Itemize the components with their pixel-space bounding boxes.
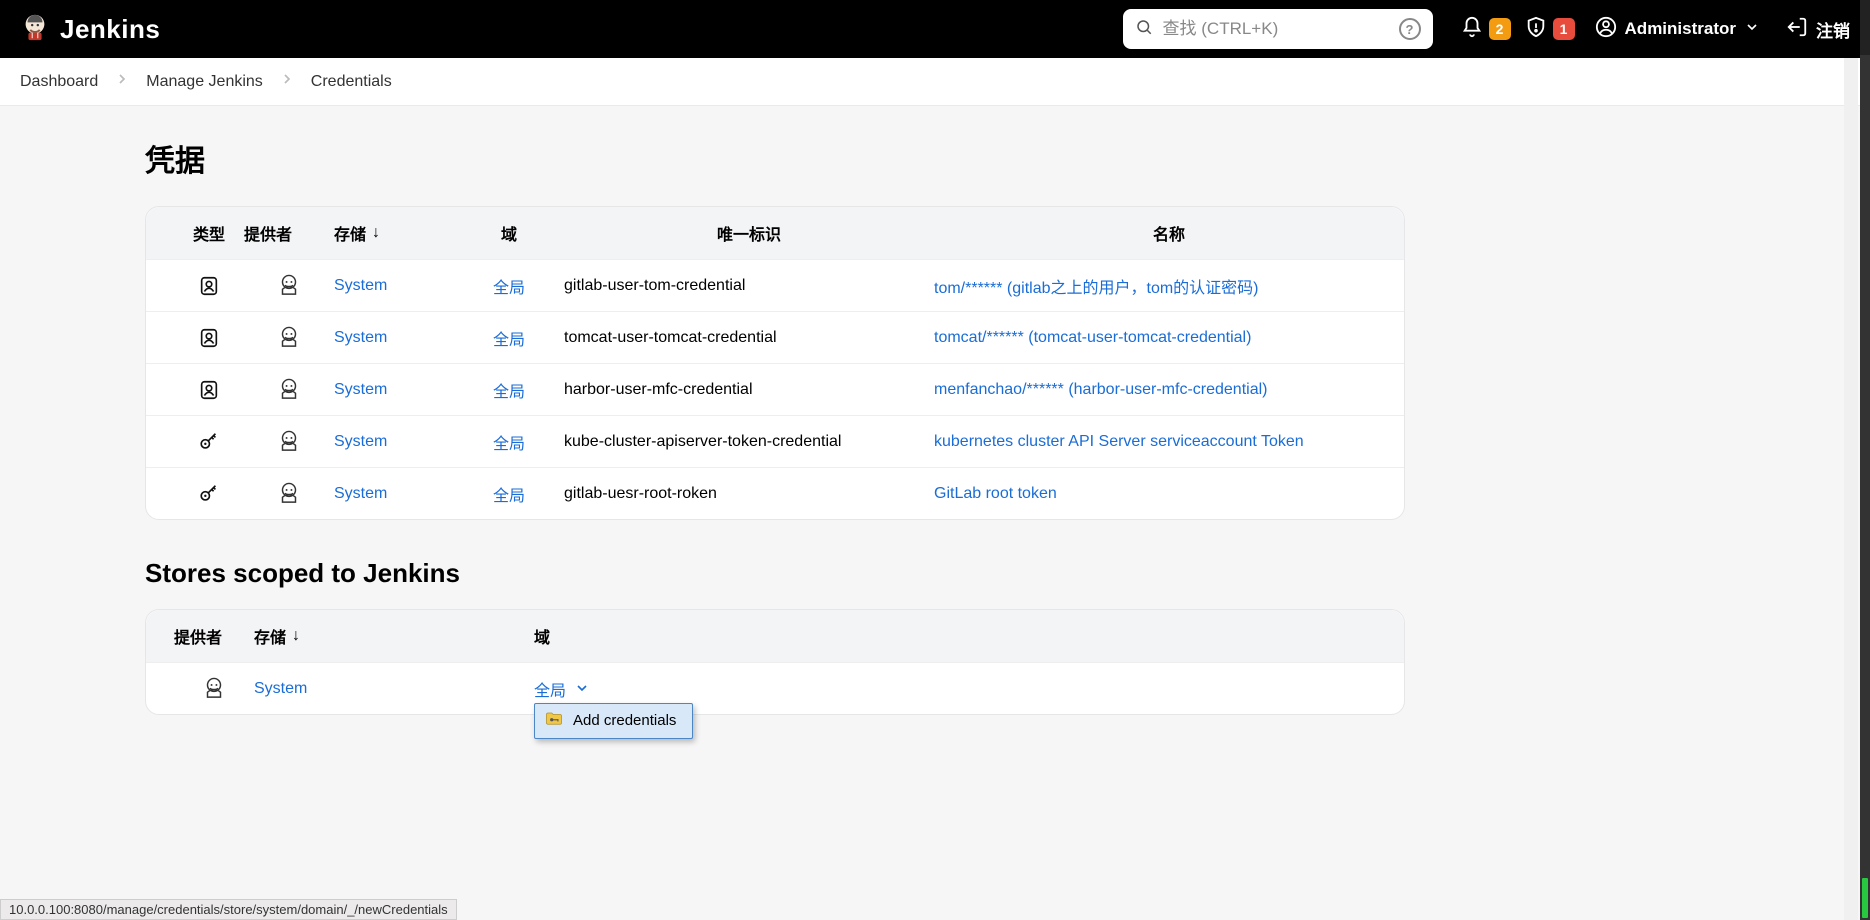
- store-link[interactable]: System: [334, 381, 387, 398]
- sort-down-icon: ↓: [372, 224, 380, 242]
- search-input[interactable]: [1163, 19, 1389, 39]
- status-bar: 10.0.0.100:8080/manage/credentials/store…: [0, 899, 457, 920]
- credential-type-icon: [174, 275, 244, 297]
- stores-table: 提供者 存储 ↓ 域 System 全局: [145, 609, 1405, 715]
- context-menu: Add credentials: [534, 703, 693, 739]
- logout-icon: [1786, 16, 1808, 43]
- credential-name-link[interactable]: tom/****** (gitlab之上的用户，tom的认证密码): [934, 280, 1259, 297]
- col-domain[interactable]: 域: [534, 624, 1094, 648]
- window-edge-indicator: [1860, 0, 1870, 920]
- credential-type-icon: [174, 379, 244, 401]
- provider-icon: [174, 676, 254, 702]
- chevron-right-icon: [279, 71, 295, 92]
- jenkins-logo-icon: [20, 12, 50, 47]
- vertical-scrollbar[interactable]: [1844, 58, 1858, 920]
- brand-name: Jenkins: [60, 14, 160, 45]
- credential-id: gitlab-uesr-root-roken: [564, 485, 934, 503]
- crumb-manage-jenkins[interactable]: Manage Jenkins: [146, 73, 263, 91]
- table-row: System 全局 gitlab-user-tom-credential tom…: [146, 259, 1404, 311]
- credential-id: kube-cluster-apiserver-token-credential: [564, 433, 934, 451]
- table-row: System 全局 gitlab-uesr-root-roken GitLab …: [146, 467, 1404, 519]
- table-row: System 全局 Add credenti: [146, 662, 1404, 714]
- credential-id: harbor-user-mfc-credential: [564, 381, 934, 399]
- provider-icon: [244, 377, 334, 403]
- credential-name-link[interactable]: tomcat/****** (tomcat-user-tomcat-creden…: [934, 329, 1251, 346]
- chevron-right-icon: [114, 71, 130, 92]
- credential-name-link[interactable]: GitLab root token: [934, 485, 1057, 502]
- domain-link[interactable]: 全局: [493, 378, 525, 402]
- crumb-dashboard[interactable]: Dashboard: [20, 73, 98, 91]
- domain-link[interactable]: 全局: [493, 482, 525, 506]
- user-name: Administrator: [1625, 19, 1736, 39]
- key-folder-icon: [545, 710, 563, 732]
- table-row: System 全局 tomcat-user-tomcat-credential …: [146, 311, 1404, 363]
- table-header: 提供者 存储 ↓ 域: [146, 610, 1404, 662]
- breadcrumb: Dashboard Manage Jenkins Credentials: [0, 58, 1870, 106]
- security-alerts-button[interactable]: 1: [1525, 16, 1575, 43]
- credentials-table: 类型 提供者 存储 ↓ 域 唯一标识 名称 System 全局 gitlab-u…: [145, 206, 1405, 520]
- credential-name-link[interactable]: kubernetes cluster API Server serviceacc…: [934, 433, 1304, 450]
- domain-link[interactable]: 全局: [493, 430, 525, 454]
- help-icon[interactable]: ?: [1399, 18, 1421, 40]
- chevron-down-icon: [1744, 19, 1760, 40]
- col-store[interactable]: 存储 ↓: [254, 624, 534, 648]
- domain-link[interactable]: 全局: [493, 274, 525, 298]
- table-row: System 全局 kube-cluster-apiserver-token-c…: [146, 415, 1404, 467]
- col-type[interactable]: 类型: [174, 221, 244, 245]
- store-link[interactable]: System: [334, 485, 387, 502]
- notifications-button[interactable]: 2: [1461, 16, 1511, 43]
- status-text: 10.0.0.100:8080/manage/credentials/store…: [9, 902, 448, 917]
- provider-icon: [244, 481, 334, 507]
- provider-icon: [244, 325, 334, 351]
- chevron-down-icon[interactable]: [574, 683, 590, 700]
- bell-icon: [1461, 16, 1483, 43]
- menu-item-add-credentials[interactable]: Add credentials: [573, 712, 676, 729]
- page-title: 凭据: [145, 136, 1405, 180]
- col-store[interactable]: 存储 ↓: [334, 221, 454, 245]
- col-store-label: 存储: [334, 221, 366, 245]
- table-header: 类型 提供者 存储 ↓ 域 唯一标识 名称: [146, 207, 1404, 259]
- domain-link[interactable]: 全局: [534, 683, 566, 700]
- credential-type-icon: [174, 483, 244, 505]
- notif-badge: 2: [1489, 18, 1511, 40]
- domain-link[interactable]: 全局: [493, 326, 525, 350]
- search-box[interactable]: ?: [1123, 9, 1433, 49]
- credential-id: gitlab-user-tom-credential: [564, 277, 934, 295]
- logout-label: 注销: [1816, 17, 1850, 42]
- table-row: System 全局 harbor-user-mfc-credential men…: [146, 363, 1404, 415]
- col-store-label: 存储: [254, 624, 286, 648]
- col-provider[interactable]: 提供者: [244, 221, 334, 245]
- col-id[interactable]: 唯一标识: [564, 221, 934, 245]
- col-name[interactable]: 名称: [934, 221, 1404, 245]
- app-header: Jenkins ? 2 1: [0, 0, 1870, 58]
- credential-id: tomcat-user-tomcat-credential: [564, 329, 934, 347]
- main-content: 凭据 类型 提供者 存储 ↓ 域 唯一标识 名称 System 全局 gitla…: [0, 106, 1870, 715]
- store-link[interactable]: System: [334, 277, 387, 294]
- credential-type-icon: [174, 431, 244, 453]
- provider-icon: [244, 429, 334, 455]
- credential-type-icon: [174, 327, 244, 349]
- search-icon: [1135, 18, 1153, 41]
- provider-icon: [244, 273, 334, 299]
- credential-name-link[interactable]: menfanchao/****** (harbor-user-mfc-crede…: [934, 381, 1267, 398]
- stores-title: Stores scoped to Jenkins: [145, 558, 1405, 589]
- sort-down-icon: ↓: [292, 627, 300, 645]
- user-icon: [1595, 16, 1617, 43]
- header-icons: 2 1 Administrator: [1461, 16, 1850, 43]
- col-domain[interactable]: 域: [454, 221, 564, 245]
- crumb-credentials[interactable]: Credentials: [311, 73, 392, 91]
- store-link[interactable]: System: [334, 433, 387, 450]
- logout-button[interactable]: 注销: [1786, 16, 1850, 43]
- store-link[interactable]: System: [254, 680, 307, 697]
- alert-badge: 1: [1553, 18, 1575, 40]
- user-menu[interactable]: Administrator: [1595, 16, 1760, 43]
- store-link[interactable]: System: [334, 329, 387, 346]
- shield-icon: [1525, 16, 1547, 43]
- brand[interactable]: Jenkins: [20, 12, 160, 47]
- col-provider[interactable]: 提供者: [174, 624, 254, 648]
